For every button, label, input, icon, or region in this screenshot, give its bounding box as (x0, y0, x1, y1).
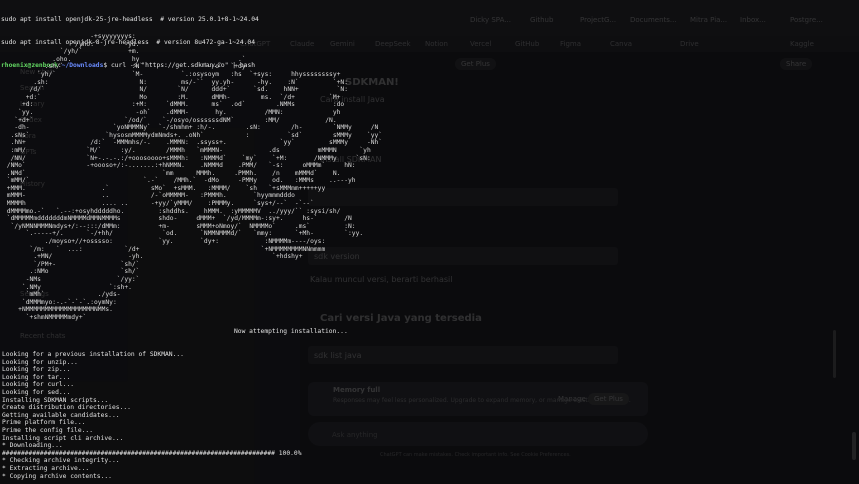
install-log-line: Looking for unzip... (2, 358, 78, 366)
ascii-art-line: +d: :+M: `dMMM. ms` .od` .NMMs :do (3, 101, 345, 109)
install-log-line: * Extracting archive... (2, 464, 90, 472)
ascii-art-line: `yy. -oh` .dMMM- hy. /MMN: yh (3, 108, 341, 116)
ascii-art-line: +NMMMMMMMMMMMMMMMMMMNMMs. (3, 306, 113, 314)
ascii-art-line: .hN+ /d:` -MMMmhs/-. .MMMN: .ssyss+. `yy… (3, 139, 383, 147)
ascii-art-line: `yh/` `M- `.:osysoym :hs `+sys: hhysssss… (3, 70, 341, 78)
ascii-art-line: mMMM- .. /-`oMMMMM- :PMMMh. `hyymmmdddo (3, 192, 295, 200)
install-log-line: Looking for tar... (2, 373, 71, 381)
install-log-line: Installing SDKMAN scripts... (2, 396, 109, 404)
install-log-line: Create distribution directories... (2, 404, 131, 412)
ascii-art-line: /NMo` -+oooso+/:-.......:+hNMMN. .NMMMd … (3, 162, 356, 170)
install-log-line: Installing script cli archive... (2, 434, 124, 442)
terminal-window[interactable]: sudo apt install openjdk-25-jre-headless… (1, 1, 857, 483)
ascii-art-line: .:NMo `sh/` (3, 268, 140, 276)
install-log-line: * Copying archive contents... (2, 472, 112, 480)
ascii-art-line: `+shmNMMMMMmdy+` (3, 313, 87, 321)
install-log-line: Getting available candidates... (2, 411, 120, 419)
ascii-art-line: /NN/ `N+-.-.-.:/+ooosoooo+sMMMh: :NMMMd`… (3, 154, 371, 162)
install-log-line: Prime platform file... (2, 419, 86, 427)
ascii-art-line: `dMMMMMmdddddddmNMMMMdMMNMMMMs shdo- dMM… (3, 215, 352, 223)
install-log-line: Looking for curl... (2, 381, 75, 389)
sdkman-ascii-logo: -+syyyyyyys: `/yho:` -yd. `/yh/` +m. .oh… (3, 33, 382, 322)
install-log: Looking for a previous installation of S… (2, 351, 302, 480)
install-log-line: ########################################… (2, 449, 302, 457)
ascii-art-line: `dMMMmyo:-.-`-`-`.:oymNy: (3, 298, 117, 306)
ascii-art-line: -dh- `yoNMMMNy` `-/shmhm+ :h/-. .sN: /h-… (3, 124, 379, 132)
terminal-history-line: sudo apt install openjdk-25-jre-headless… (1, 16, 259, 24)
ascii-art-line: ./moyso+//+osssso: `yy. `dy+: :NMMMMm---… (3, 238, 326, 246)
ascii-art-line: .sh/` :N` `-/o` `+dy (3, 63, 246, 71)
install-log-line: Looking for a previous installation of S… (2, 351, 184, 358)
ascii-art-line: :mM/ `M/` :y/. /MMMh `mMMMN- .ds mMMMN `… (3, 146, 371, 154)
ascii-art-line: .+MN/ -yh. `+hdshy+ (3, 253, 303, 261)
ascii-art-line: `/yh/` +m. (3, 48, 140, 56)
install-log-line: Prime the config file... (2, 426, 93, 434)
ascii-art-line: /d/` N/ `N/ ddd+` `sd. hNN+ `N: (3, 86, 348, 94)
ascii-art-line: -+syyyyyyys: (3, 33, 136, 40)
install-log-line: Looking for zip... (2, 366, 71, 374)
ascii-art-line: `mMM/` `.-` /MMh.` -dMo -PMMy od. :MMMs … (3, 177, 356, 185)
install-log-line: Looking for sed... (2, 388, 71, 396)
ascii-art-line: MMMMh .... .. -+yy/`yMMM/ :PMMMy. `sys+/… (3, 200, 314, 208)
install-attempt-message: Now attempting installation... (234, 328, 348, 335)
install-log-line: * Downloading... (2, 442, 63, 450)
ascii-art-line: `mMh` ./yds- (3, 291, 121, 299)
ascii-art-line: `.-----+/. `-/+hh/ `od. `NMMNMMMd/` `mmy… (3, 230, 364, 238)
ascii-art-line: -NMs `/yy:` (3, 276, 140, 283)
ascii-art-line: `+d+` `/od/` `-/osyo/ossssssdNM` :MM/ /N… (3, 116, 337, 124)
install-log-line: * Checking archive integrity... (2, 457, 120, 465)
